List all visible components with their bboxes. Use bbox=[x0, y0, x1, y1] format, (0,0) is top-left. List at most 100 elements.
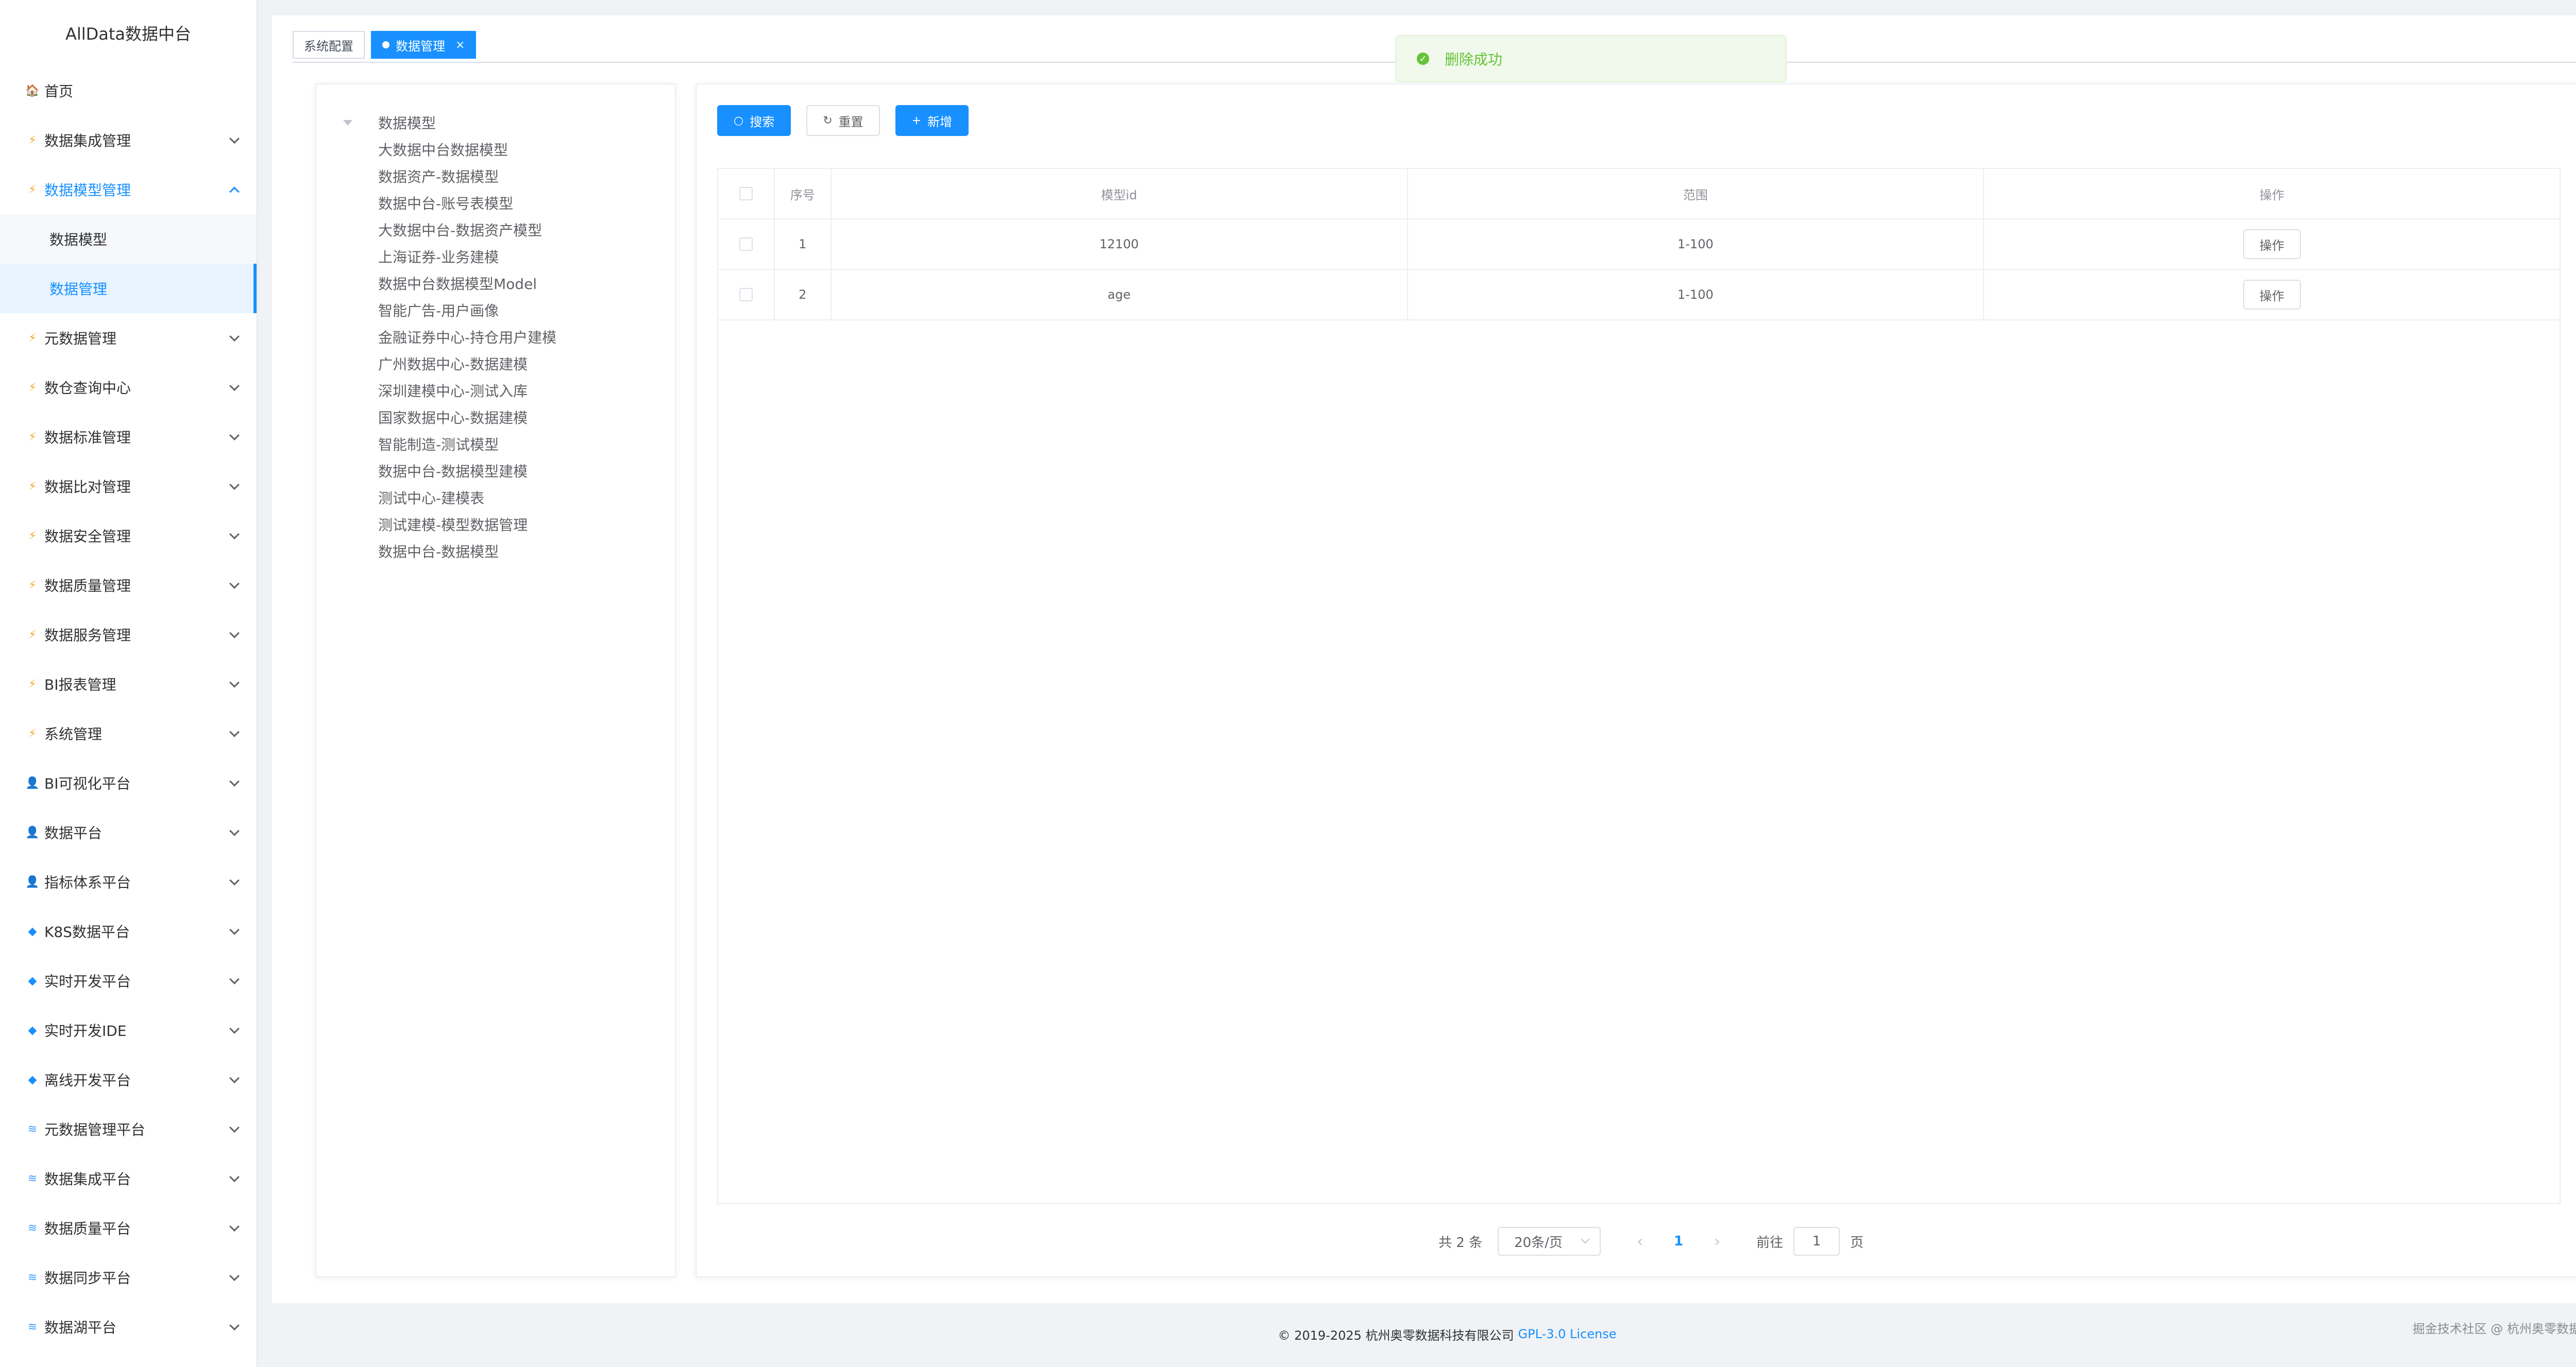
cell-index: 2 bbox=[775, 270, 832, 319]
cell-model-id: 12100 bbox=[832, 219, 1408, 269]
data-table: 序号 模型id 范围 操作 1 12100 1-100 操作 2 age 1-1… bbox=[717, 168, 2561, 1204]
sidebar-item-label: BI可视化平台 bbox=[44, 775, 131, 792]
row-op-button[interactable]: 操作 bbox=[2243, 229, 2301, 259]
tree-node[interactable]: 测试中心-建模表 bbox=[378, 484, 556, 511]
sidebar-item-label: 指标体系平台 bbox=[44, 874, 131, 891]
cell-index: 1 bbox=[775, 219, 832, 269]
tree-node[interactable]: 智能广告-用户画像 bbox=[378, 297, 556, 323]
sidebar-item-metadata-platform[interactable]: ≋ 元数据管理平台 bbox=[0, 1104, 257, 1154]
chevron-down-icon bbox=[229, 381, 240, 391]
sidebar-item-integration-platform[interactable]: ≋ 数据集成平台 bbox=[0, 1154, 257, 1203]
header-op: 操作 bbox=[2259, 187, 2284, 202]
sidebar: AllData数据中台 🏠 首页 ⚡ 数据集成管理 ⚡ 数据模型管理 数据模型 … bbox=[0, 0, 258, 1367]
chevron-down-icon bbox=[229, 430, 240, 441]
chevron-up-icon bbox=[229, 186, 240, 197]
check-circle-icon: ✓ bbox=[1417, 53, 1429, 65]
tree-node[interactable]: 数据中台-数据模型建模 bbox=[378, 457, 556, 484]
sidebar-item-bi-report[interactable]: ⚡ BI报表管理 bbox=[0, 659, 257, 709]
tree-root-label: 数据模型 bbox=[378, 115, 436, 132]
tree-node[interactable]: 测试建模-模型数据管理 bbox=[378, 511, 556, 538]
tree-node[interactable]: 数据中台-数据模型 bbox=[378, 538, 556, 565]
tree-node[interactable]: 数据中台数据模型Model bbox=[378, 270, 556, 297]
sidebar-item-label: 数据标准管理 bbox=[44, 429, 131, 446]
sidebar-item-home[interactable]: 🏠 首页 bbox=[0, 66, 257, 115]
search-icon: ○ bbox=[734, 114, 744, 127]
sidebar-item-data-service[interactable]: ⚡ 数据服务管理 bbox=[0, 610, 257, 659]
select-all-checkbox[interactable] bbox=[739, 187, 753, 200]
tree-node[interactable]: 深圳建模中心-测试入库 bbox=[378, 377, 556, 404]
sidebar-item-realtime-ide[interactable]: ◆ 实时开发IDE bbox=[0, 1005, 257, 1055]
row-checkbox[interactable] bbox=[739, 288, 753, 301]
sidebar-item-data-model-mgmt[interactable]: ⚡ 数据模型管理 bbox=[0, 165, 257, 214]
sidebar-item-metadata-mgmt[interactable]: ⚡ 元数据管理 bbox=[0, 313, 257, 363]
sidebar-item-label: 首页 bbox=[44, 83, 74, 100]
sidebar-item-label: 实时开发IDE bbox=[44, 1022, 127, 1039]
bolt-icon: ⚡ bbox=[28, 677, 37, 691]
toolbar: ○ 搜索 ↻ 重置 + 新增 bbox=[717, 105, 984, 136]
sidebar-item-label: 数据模型管理 bbox=[44, 182, 131, 199]
sidebar-item-data-standard[interactable]: ⚡ 数据标准管理 bbox=[0, 412, 257, 462]
sidebar-item-quality-platform[interactable]: ≋ 数据质量平台 bbox=[0, 1203, 257, 1253]
tag-data-management[interactable]: 数据管理 × bbox=[371, 31, 477, 59]
row-checkbox[interactable] bbox=[739, 237, 753, 251]
page-size-select[interactable]: 20条/页 bbox=[1498, 1227, 1601, 1256]
button-label: 新增 bbox=[927, 114, 953, 129]
refresh-icon: ↻ bbox=[823, 114, 833, 127]
sidebar-item-data-compare[interactable]: ⚡ 数据比对管理 bbox=[0, 462, 257, 511]
page-number-current[interactable]: 1 bbox=[1674, 1234, 1683, 1249]
row-op-button[interactable]: 操作 bbox=[2243, 280, 2301, 310]
goto-page-input[interactable]: 1 bbox=[1793, 1227, 1840, 1256]
reset-button[interactable]: ↻ 重置 bbox=[806, 105, 880, 136]
search-button[interactable]: ○ 搜索 bbox=[717, 105, 791, 136]
license-link[interactable]: GPL-3.0 License bbox=[1518, 1327, 1617, 1341]
sidebar-subitem-data-model[interactable]: 数据模型 bbox=[0, 214, 257, 264]
sidebar-item-data-quality[interactable]: ⚡ 数据质量管理 bbox=[0, 560, 257, 610]
caret-down-icon[interactable] bbox=[343, 119, 352, 126]
sidebar-item-sync-platform[interactable]: ≋ 数据同步平台 bbox=[0, 1253, 257, 1302]
sidebar-item-realtime-dev[interactable]: ◆ 实时开发平台 bbox=[0, 956, 257, 1005]
sidebar-item-datalake-platform[interactable]: ≋ 数据湖平台 bbox=[0, 1302, 257, 1352]
tree-node[interactable]: 大数据中台数据模型 bbox=[378, 136, 556, 163]
tree-node[interactable]: 广州数据中心-数据建模 bbox=[378, 350, 556, 377]
tree-root-node[interactable]: 数据模型 bbox=[343, 109, 436, 136]
tree-node[interactable]: 智能制造-测试模型 bbox=[378, 431, 556, 457]
add-button[interactable]: + 新增 bbox=[895, 105, 969, 136]
model-tree-panel: 数据模型 大数据中台数据模型 数据资产-数据模型 数据中台-账号表模型 大数据中… bbox=[315, 83, 676, 1277]
sidebar-item-label: 数仓查询中心 bbox=[44, 380, 131, 397]
tree-node[interactable]: 上海证券-业务建模 bbox=[378, 243, 556, 270]
chevron-down-icon bbox=[229, 677, 240, 688]
prev-page-icon[interactable]: ‹ bbox=[1637, 1233, 1643, 1251]
sidebar-item-warehouse-query[interactable]: ⚡ 数仓查询中心 bbox=[0, 363, 257, 412]
tree-node[interactable]: 数据资产-数据模型 bbox=[378, 163, 556, 190]
tag-label: 系统配置 bbox=[304, 39, 353, 54]
stack-icon: ≋ bbox=[27, 1122, 38, 1136]
tree-node[interactable]: 金融证券中心-持仓用户建模 bbox=[378, 323, 556, 350]
header-select-cell bbox=[718, 169, 775, 218]
sidebar-item-k8s-platform[interactable]: ◆ K8S数据平台 bbox=[0, 907, 257, 956]
sidebar-item-label: 数据同步平台 bbox=[44, 1270, 131, 1287]
sidebar-item-system-mgmt[interactable]: ⚡ 系统管理 bbox=[0, 709, 257, 758]
tree-node[interactable]: 大数据中台-数据资产模型 bbox=[378, 216, 556, 243]
sidebar-item-label: 元数据管理平台 bbox=[44, 1121, 146, 1138]
sidebar-item-label: BI报表管理 bbox=[44, 676, 116, 693]
sidebar-subitem-data-management[interactable]: 数据管理 bbox=[0, 264, 257, 313]
sidebar-item-metrics-platform[interactable]: 👤 指标体系平台 bbox=[0, 857, 257, 907]
tag-system-config[interactable]: 系统配置 bbox=[293, 31, 365, 59]
tree-node[interactable]: 数据中台-账号表模型 bbox=[378, 190, 556, 216]
sidebar-item-data-platform[interactable]: 👤 数据平台 bbox=[0, 808, 257, 857]
person-icon: 👤 bbox=[25, 875, 40, 888]
tree-node[interactable]: 国家数据中心-数据建模 bbox=[378, 404, 556, 431]
cell-model-id: age bbox=[832, 270, 1408, 319]
chevron-down-icon bbox=[229, 875, 240, 886]
sidebar-item-bi-visual[interactable]: 👤 BI可视化平台 bbox=[0, 758, 257, 808]
bolt-icon: ⚡ bbox=[28, 727, 37, 740]
sidebar-item-offline-dev[interactable]: ◆ 离线开发平台 bbox=[0, 1055, 257, 1104]
chevron-down-icon bbox=[229, 331, 240, 342]
sidebar-item-data-integration-mgmt[interactable]: ⚡ 数据集成管理 bbox=[0, 115, 257, 165]
close-icon[interactable]: × bbox=[455, 39, 465, 52]
sidebar-item-data-security[interactable]: ⚡ 数据安全管理 bbox=[0, 511, 257, 560]
next-page-icon[interactable]: › bbox=[1714, 1233, 1720, 1251]
bolt-icon: ⚡ bbox=[28, 628, 37, 641]
bolt-icon: ⚡ bbox=[28, 529, 37, 542]
success-toast: ✓ 删除成功 bbox=[1395, 35, 1787, 82]
